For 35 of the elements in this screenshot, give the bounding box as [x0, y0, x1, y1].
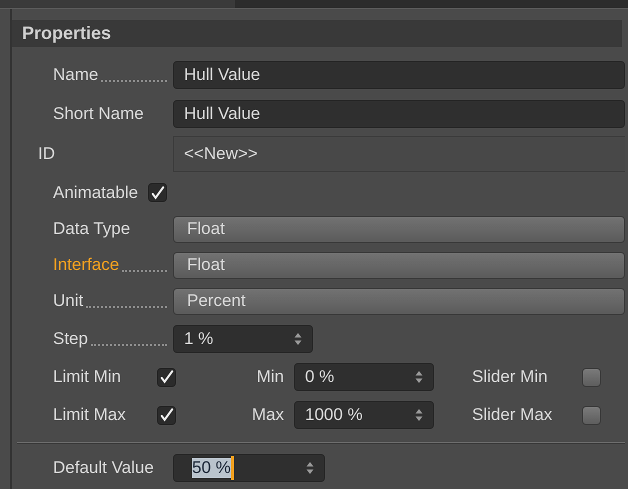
field-label: Name — [53, 64, 98, 84]
spinner-arrows-icon[interactable] — [306, 461, 314, 475]
checkbox[interactable] — [582, 368, 601, 386]
checkbox[interactable] — [148, 183, 168, 202]
field-label: Limit Max — [53, 405, 126, 425]
spinner-arrows-icon[interactable] — [294, 332, 302, 346]
field-label: ID — [38, 144, 55, 164]
dropdown[interactable]: Percent — [173, 288, 625, 314]
checkbox[interactable] — [582, 406, 601, 424]
field-label: Step — [53, 328, 88, 348]
field-label: Limit Min — [53, 367, 122, 387]
field-label: Default Value — [53, 458, 155, 478]
spinner-field[interactable]: 50 % — [173, 454, 325, 482]
field-label: Min — [256, 367, 284, 387]
spinner-field[interactable]: 0 % — [294, 363, 434, 391]
dropdown[interactable]: Float — [173, 216, 625, 242]
field-label: Slider Min — [472, 367, 549, 387]
spinner-arrows-icon[interactable] — [415, 370, 423, 384]
checkbox[interactable] — [157, 368, 176, 386]
field-label: Unit — [53, 291, 84, 311]
field-label: Max — [250, 405, 284, 425]
spinner-field[interactable]: 1000 % — [294, 401, 434, 429]
field-label: Short Name — [53, 104, 144, 124]
section-header: Properties — [12, 20, 622, 47]
text-field[interactable]: Hull Value — [173, 100, 625, 128]
checkbox[interactable] — [157, 406, 176, 424]
field-label: Slider Max — [472, 405, 554, 425]
field-label: Data Type — [53, 219, 130, 239]
field-label: Animatable — [53, 182, 138, 202]
id-field: <<New>> — [173, 136, 625, 172]
spinner-arrows-icon[interactable] — [415, 408, 423, 422]
dropdown[interactable]: Float — [173, 252, 625, 278]
field-label: Interface — [53, 255, 120, 275]
text-field[interactable]: Hull Value — [173, 60, 625, 88]
spinner-field[interactable]: 1 % — [173, 324, 313, 352]
